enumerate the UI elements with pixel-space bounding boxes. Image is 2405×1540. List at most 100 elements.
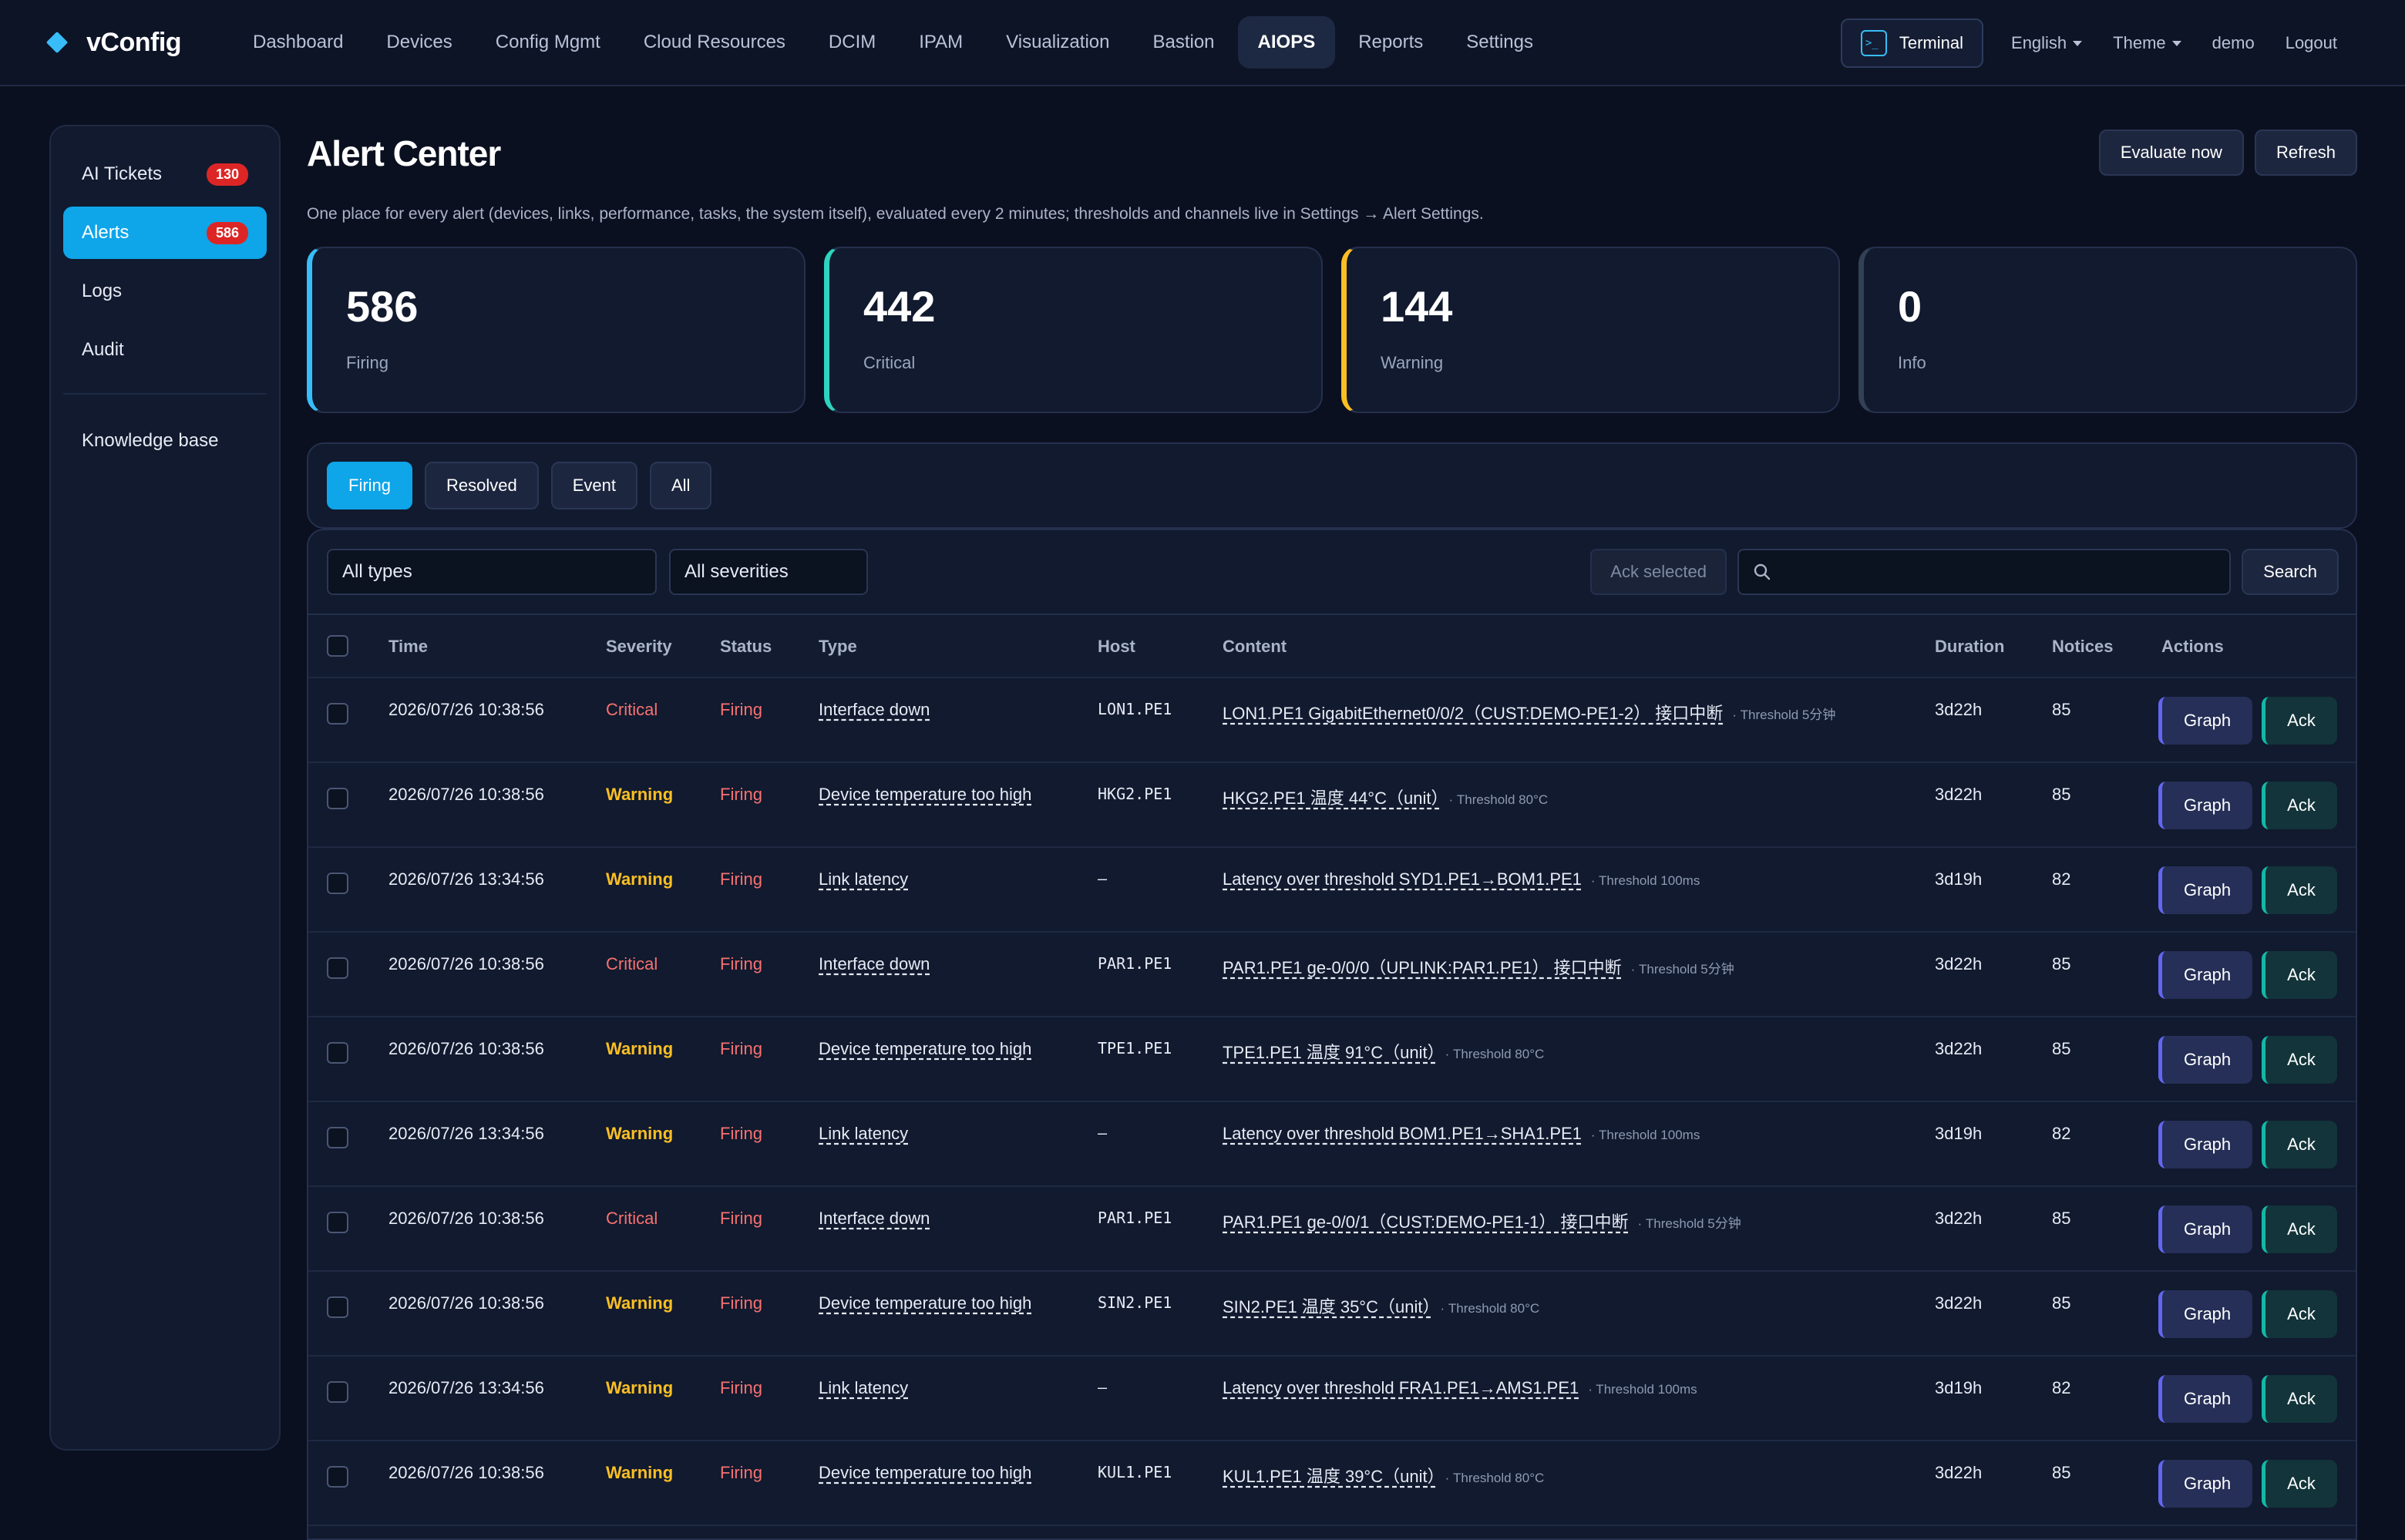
theme-dropdown[interactable]: Theme [2113, 33, 2181, 53]
graph-button[interactable]: Graph [2158, 697, 2253, 745]
brand[interactable]: vConfig [45, 28, 219, 58]
refresh-button[interactable]: Refresh [2254, 129, 2357, 176]
col-header-type[interactable]: Type [819, 637, 857, 657]
ack-button[interactable]: Ack [2262, 1375, 2337, 1423]
ack-button[interactable]: Ack [2262, 1121, 2337, 1168]
ack-selected-button[interactable]: Ack selected [1590, 549, 1727, 595]
alert-content-link[interactable]: Latency over threshold FRA1.PE1→AMS1.PE1 [1223, 1378, 1579, 1397]
alert-status: Firing [720, 1209, 763, 1228]
language-dropdown[interactable]: English [2011, 33, 2083, 53]
alert-content-link[interactable]: PAR1.PE1 ge-0/0/0（UPLINK:PAR1.PE1） 接口中断 [1223, 958, 1622, 977]
tab-resolved[interactable]: Resolved [425, 462, 539, 509]
tab-firing[interactable]: Firing [327, 462, 413, 509]
ack-button[interactable]: Ack [2262, 782, 2337, 829]
nav-dcim[interactable]: DCIM [809, 16, 896, 69]
alert-content-link[interactable]: TPE1.PE1 温度 91°C（unit） [1223, 1043, 1436, 1062]
row-checkbox[interactable] [327, 957, 348, 979]
alert-content-link[interactable]: SIN2.PE1 温度 35°C（unit） [1223, 1297, 1431, 1316]
sidebar-item-logs[interactable]: Logs [63, 265, 267, 318]
graph-button[interactable]: Graph [2158, 1375, 2253, 1423]
alert-content-link[interactable]: HKG2.PE1 温度 44°C（unit） [1223, 788, 1439, 808]
col-header-duration[interactable]: Duration [1935, 637, 2004, 657]
row-checkbox[interactable] [327, 1212, 348, 1233]
nav-ipam[interactable]: IPAM [899, 16, 983, 69]
nav-settings[interactable]: Settings [1446, 16, 1553, 69]
row-actions: Graph Ack [2158, 697, 2337, 745]
col-header-notices[interactable]: Notices [2052, 637, 2113, 657]
alert-type-link[interactable]: Device temperature too high [819, 1039, 1031, 1059]
col-header-time[interactable]: Time [388, 637, 428, 657]
alert-type-link[interactable]: Device temperature too high [819, 785, 1031, 805]
ack-button[interactable]: Ack [2262, 1205, 2337, 1253]
select-all-checkbox[interactable] [327, 635, 348, 657]
row-checkbox[interactable] [327, 788, 348, 809]
alert-content-link[interactable]: LON1.PE1 GigabitEthernet0/0/2（CUST:DEMO-… [1223, 704, 1723, 723]
alert-notices: 85 [2052, 1039, 2071, 1058]
col-header-severity[interactable]: Severity [606, 637, 672, 657]
alert-type-link[interactable]: Link latency [819, 1378, 908, 1398]
search-input[interactable] [1782, 562, 2214, 582]
row-checkbox[interactable] [327, 1042, 348, 1064]
alert-type-link[interactable]: Interface down [819, 700, 930, 720]
col-header-content[interactable]: Content [1223, 637, 1287, 657]
alert-type-link[interactable]: Link latency [819, 1124, 908, 1144]
sidebar-item-knowledge-base[interactable]: Knowledge base [63, 415, 267, 467]
alert-type-link[interactable]: Interface down [819, 954, 930, 974]
row-checkbox[interactable] [327, 873, 348, 894]
sidebar-item-alerts[interactable]: Alerts 586 [63, 207, 267, 259]
user-link[interactable]: demo [2212, 33, 2255, 53]
sidebar-item-label: Knowledge base [82, 430, 219, 451]
graph-button[interactable]: Graph [2158, 1205, 2253, 1253]
nav-devices[interactable]: Devices [366, 16, 472, 69]
ack-button[interactable]: Ack [2262, 951, 2337, 999]
logout-link[interactable]: Logout [2286, 33, 2337, 53]
graph-button[interactable]: Graph [2158, 1121, 2253, 1168]
row-checkbox[interactable] [327, 1127, 348, 1148]
tab-all[interactable]: All [650, 462, 712, 509]
row-checkbox[interactable] [327, 1381, 348, 1403]
sidebar-item-ai-tickets[interactable]: AI Tickets 130 [63, 148, 267, 200]
sidebar-item-audit[interactable]: Audit [63, 324, 267, 376]
row-checkbox[interactable] [327, 703, 348, 725]
graph-button[interactable]: Graph [2158, 951, 2253, 999]
alert-content-link[interactable]: Latency over threshold SYD1.PE1→BOM1.PE1 [1223, 869, 1582, 889]
nav-dashboard[interactable]: Dashboard [233, 16, 363, 69]
alert-type-link[interactable]: Interface down [819, 1209, 930, 1229]
nav-config-mgmt[interactable]: Config Mgmt [476, 16, 621, 69]
row-checkbox[interactable] [327, 1296, 348, 1318]
nav-reports[interactable]: Reports [1338, 16, 1443, 69]
alert-type-link[interactable]: Device temperature too high [819, 1463, 1031, 1483]
graph-button[interactable]: Graph [2158, 1036, 2253, 1084]
severity-filter-select[interactable]: All severities [669, 549, 868, 595]
ack-button[interactable]: Ack [2262, 1460, 2337, 1508]
ack-button[interactable]: Ack [2262, 866, 2337, 914]
ack-button[interactable]: Ack [2262, 1290, 2337, 1338]
ack-button[interactable]: Ack [2262, 697, 2337, 745]
col-header-status[interactable]: Status [720, 637, 772, 657]
nav-cloud-resources[interactable]: Cloud Resources [624, 16, 806, 69]
alert-type-link[interactable]: Link latency [819, 869, 908, 889]
type-filter-select[interactable]: All types [327, 549, 657, 595]
graph-button[interactable]: Graph [2158, 782, 2253, 829]
alert-content-link[interactable]: PAR1.PE1 ge-0/0/1（CUST:DEMO-PE1-1） 接口中断 [1223, 1212, 1629, 1232]
terminal-button[interactable]: >_ Terminal [1840, 18, 1984, 68]
col-header-actions: Actions [2161, 637, 2224, 656]
alert-content-link[interactable]: KUL1.PE1 温度 39°C（unit） [1223, 1467, 1436, 1486]
tab-event[interactable]: Event [550, 462, 637, 509]
ack-button[interactable]: Ack [2262, 1036, 2337, 1084]
graph-button[interactable]: Graph [2158, 1460, 2253, 1508]
row-checkbox[interactable] [327, 1466, 348, 1488]
alert-notices: 82 [2052, 1124, 2071, 1143]
nav-visualization[interactable]: Visualization [986, 16, 1129, 69]
alert-type-link[interactable]: Device temperature too high [819, 1293, 1031, 1313]
nav-bastion[interactable]: Bastion [1132, 16, 1234, 69]
graph-button[interactable]: Graph [2158, 1290, 2253, 1338]
search-button[interactable]: Search [2242, 549, 2339, 595]
nav-aiops[interactable]: AIOPS [1237, 16, 1336, 69]
graph-button[interactable]: Graph [2158, 866, 2253, 914]
evaluate-now-button[interactable]: Evaluate now [2098, 129, 2244, 176]
alert-content-link[interactable]: Latency over threshold BOM1.PE1→SHA1.PE1 [1223, 1124, 1582, 1143]
alert-duration: 3d22h [1935, 1463, 1983, 1482]
col-header-host[interactable]: Host [1098, 637, 1135, 657]
search-field[interactable] [1737, 549, 2231, 595]
